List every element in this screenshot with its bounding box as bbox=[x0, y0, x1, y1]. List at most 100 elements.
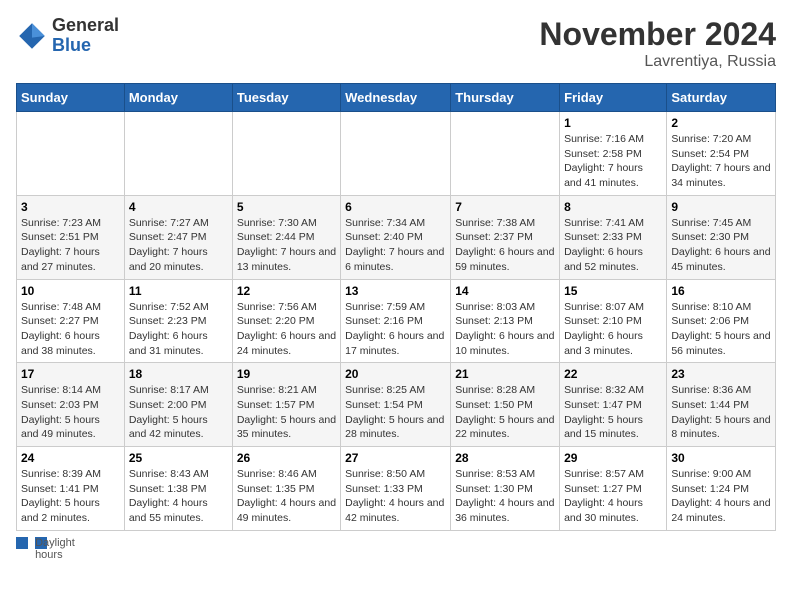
day-info: Sunrise: 8:32 AMSunset: 1:47 PMDaylight:… bbox=[564, 383, 662, 442]
day-info: Sunrise: 8:43 AMSunset: 1:38 PMDaylight:… bbox=[129, 467, 228, 526]
day-info: Sunrise: 7:59 AMSunset: 2:16 PMDaylight:… bbox=[345, 300, 446, 359]
day-number: 29 bbox=[564, 451, 662, 465]
calendar-cell bbox=[17, 112, 125, 196]
calendar-cell: 10 Sunrise: 7:48 AMSunset: 2:27 PMDayligh… bbox=[17, 279, 125, 363]
calendar-cell: 30Sunrise: 9:00 AMSunset: 1:24 PMDayligh… bbox=[667, 447, 776, 531]
calendar-cell: 25 Sunrise: 8:43 AMSunset: 1:38 PMDayligh… bbox=[124, 447, 232, 531]
day-number: 16 bbox=[671, 284, 771, 298]
day-info: Sunrise: 7:41 AMSunset: 2:33 PMDaylight:… bbox=[564, 216, 662, 275]
day-number: 13 bbox=[345, 284, 446, 298]
calendar-cell bbox=[341, 112, 451, 196]
calendar-week-1: 1Sunrise: 7:16 AMSunset: 2:58 PMDaylight… bbox=[17, 112, 776, 196]
calendar-week-3: 10 Sunrise: 7:48 AMSunset: 2:27 PMDayligh… bbox=[17, 279, 776, 363]
calendar-cell: 23Sunrise: 8:36 AMSunset: 1:44 PMDayligh… bbox=[667, 363, 776, 447]
day-number: 4 bbox=[129, 200, 228, 214]
calendar-cell bbox=[124, 112, 232, 196]
day-number: 5 bbox=[237, 200, 336, 214]
day-number: 27 bbox=[345, 451, 446, 465]
day-number: 19 bbox=[237, 367, 336, 381]
calendar-cell bbox=[451, 112, 560, 196]
calendar-cell: 4 Sunrise: 7:27 AMSunset: 2:47 PMDaylight… bbox=[124, 195, 232, 279]
day-number: 21 bbox=[455, 367, 555, 381]
calendar-header-row: SundayMondayTuesdayWednesdayThursdayFrid… bbox=[17, 84, 776, 112]
header-day-tuesday: Tuesday bbox=[232, 84, 340, 112]
header-day-monday: Monday bbox=[124, 84, 232, 112]
day-number: 6 bbox=[345, 200, 446, 214]
day-info: Sunrise: 7:30 AMSunset: 2:44 PMDaylight:… bbox=[237, 216, 336, 275]
calendar-cell: 28 Sunrise: 8:53 AMSunset: 1:30 PMDayligh… bbox=[451, 447, 560, 531]
day-info: Sunrise: 8:14 AMSunset: 2:03 PMDaylight:… bbox=[21, 383, 120, 442]
calendar-cell: 6 Sunrise: 7:34 AMSunset: 2:40 PMDaylight… bbox=[341, 195, 451, 279]
location-title: Lavrentiya, Russia bbox=[539, 53, 776, 71]
footer-note: Daylight hours bbox=[16, 537, 776, 549]
day-info: Sunrise: 8:57 AMSunset: 1:27 PMDaylight:… bbox=[564, 467, 662, 526]
calendar-cell bbox=[232, 112, 340, 196]
month-title: November 2024 bbox=[539, 16, 776, 53]
calendar-cell: 5 Sunrise: 7:30 AMSunset: 2:44 PMDaylight… bbox=[232, 195, 340, 279]
calendar-cell: 21 Sunrise: 8:28 AMSunset: 1:50 PMDayligh… bbox=[451, 363, 560, 447]
title-area: November 2024 Lavrentiya, Russia bbox=[539, 16, 776, 71]
day-number: 9 bbox=[671, 200, 771, 214]
day-info: Sunrise: 8:17 AMSunset: 2:00 PMDaylight:… bbox=[129, 383, 228, 442]
day-info: Sunrise: 7:34 AMSunset: 2:40 PMDaylight:… bbox=[345, 216, 446, 275]
calendar-week-5: 24 Sunrise: 8:39 AMSunset: 1:41 PMDayligh… bbox=[17, 447, 776, 531]
day-info: Sunrise: 8:21 AMSunset: 1:57 PMDaylight:… bbox=[237, 383, 336, 442]
calendar-cell: 7Sunrise: 7:38 AMSunset: 2:37 PMDaylight… bbox=[451, 195, 560, 279]
calendar-cell: 14 Sunrise: 8:03 AMSunset: 2:13 PMDayligh… bbox=[451, 279, 560, 363]
calendar-cell: 22 Sunrise: 8:32 AMSunset: 1:47 PMDayligh… bbox=[560, 363, 667, 447]
header-day-thursday: Thursday bbox=[451, 84, 560, 112]
calendar-cell: 27 Sunrise: 8:50 AMSunset: 1:33 PMDayligh… bbox=[341, 447, 451, 531]
calendar-cell: 19 Sunrise: 8:21 AMSunset: 1:57 PMDayligh… bbox=[232, 363, 340, 447]
day-info: Sunrise: 8:07 AMSunset: 2:10 PMDaylight:… bbox=[564, 300, 662, 359]
calendar-cell: 13 Sunrise: 7:59 AMSunset: 2:16 PMDayligh… bbox=[341, 279, 451, 363]
day-number: 10 bbox=[21, 284, 120, 298]
day-number: 25 bbox=[129, 451, 228, 465]
calendar-cell: 16 Sunrise: 8:10 AMSunset: 2:06 PMDayligh… bbox=[667, 279, 776, 363]
calendar-cell: 11Sunrise: 7:52 AMSunset: 2:23 PMDayligh… bbox=[124, 279, 232, 363]
day-info: Sunrise: 8:53 AMSunset: 1:30 PMDaylight:… bbox=[455, 467, 555, 526]
logo-general: General bbox=[52, 16, 119, 36]
day-number: 22 bbox=[564, 367, 662, 381]
day-number: 18 bbox=[129, 367, 228, 381]
day-info: Sunrise: 7:48 AMSunset: 2:27 PMDaylight:… bbox=[21, 300, 120, 359]
calendar-cell: 2 Sunrise: 7:20 AMSunset: 2:54 PMDaylight… bbox=[667, 112, 776, 196]
day-info: Sunrise: 8:03 AMSunset: 2:13 PMDaylight:… bbox=[455, 300, 555, 359]
day-info: Sunrise: 7:45 AMSunset: 2:30 PMDaylight:… bbox=[671, 216, 771, 275]
header-day-friday: Friday bbox=[560, 84, 667, 112]
day-info: Sunrise: 7:27 AMSunset: 2:47 PMDaylight:… bbox=[129, 216, 228, 275]
day-number: 14 bbox=[455, 284, 555, 298]
day-info: Sunrise: 7:16 AMSunset: 2:58 PMDaylight:… bbox=[564, 132, 662, 191]
day-info: Sunrise: 8:10 AMSunset: 2:06 PMDaylight:… bbox=[671, 300, 771, 359]
calendar-cell: 3Sunrise: 7:23 AMSunset: 2:51 PMDaylight… bbox=[17, 195, 125, 279]
calendar-cell: 15Sunrise: 8:07 AMSunset: 2:10 PMDayligh… bbox=[560, 279, 667, 363]
day-info: Sunrise: 8:28 AMSunset: 1:50 PMDaylight:… bbox=[455, 383, 555, 442]
calendar-cell: 9 Sunrise: 7:45 AMSunset: 2:30 PMDaylight… bbox=[667, 195, 776, 279]
day-number: 7 bbox=[455, 200, 555, 214]
header-day-sunday: Sunday bbox=[17, 84, 125, 112]
day-number: 24 bbox=[21, 451, 120, 465]
day-info: Sunrise: 8:39 AMSunset: 1:41 PMDaylight:… bbox=[21, 467, 120, 526]
day-info: Sunrise: 8:25 AMSunset: 1:54 PMDaylight:… bbox=[345, 383, 446, 442]
day-number: 2 bbox=[671, 116, 771, 130]
day-info: Sunrise: 8:46 AMSunset: 1:35 PMDaylight:… bbox=[237, 467, 336, 526]
calendar-cell: 1Sunrise: 7:16 AMSunset: 2:58 PMDaylight… bbox=[560, 112, 667, 196]
calendar: SundayMondayTuesdayWednesdayThursdayFrid… bbox=[16, 83, 776, 531]
calendar-cell: 17Sunrise: 8:14 AMSunset: 2:03 PMDayligh… bbox=[17, 363, 125, 447]
day-number: 28 bbox=[455, 451, 555, 465]
logo-text: General Blue bbox=[52, 16, 119, 56]
calendar-cell: 18 Sunrise: 8:17 AMSunset: 2:00 PMDayligh… bbox=[124, 363, 232, 447]
logo-icon bbox=[16, 20, 48, 52]
day-info: Sunrise: 7:20 AMSunset: 2:54 PMDaylight:… bbox=[671, 132, 771, 191]
day-info: Sunrise: 8:50 AMSunset: 1:33 PMDaylight:… bbox=[345, 467, 446, 526]
header-day-wednesday: Wednesday bbox=[341, 84, 451, 112]
daylight-swatch bbox=[16, 537, 28, 549]
day-number: 11 bbox=[129, 284, 228, 298]
day-number: 8 bbox=[564, 200, 662, 214]
day-number: 20 bbox=[345, 367, 446, 381]
calendar-cell: 12Sunrise: 7:56 AMSunset: 2:20 PMDayligh… bbox=[232, 279, 340, 363]
calendar-cell: 29 Sunrise: 8:57 AMSunset: 1:27 PMDayligh… bbox=[560, 447, 667, 531]
calendar-cell: 8 Sunrise: 7:41 AMSunset: 2:33 PMDaylight… bbox=[560, 195, 667, 279]
day-info: Sunrise: 7:56 AMSunset: 2:20 PMDaylight:… bbox=[237, 300, 336, 359]
day-info: Sunrise: 9:00 AMSunset: 1:24 PMDaylight:… bbox=[671, 467, 771, 526]
footer-label: Daylight hours bbox=[35, 537, 47, 549]
